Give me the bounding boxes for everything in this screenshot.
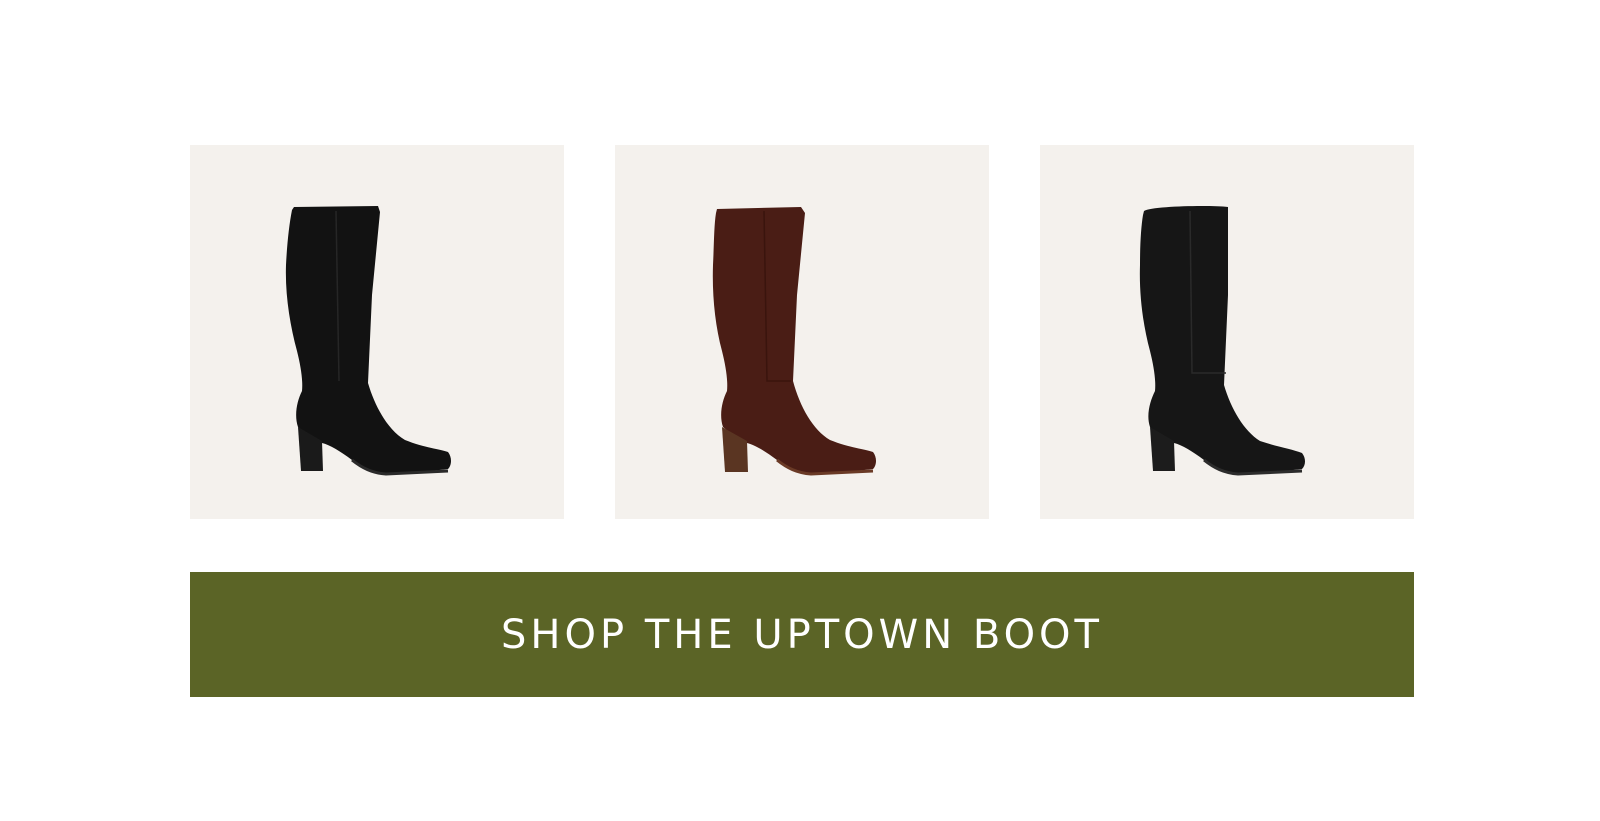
- boot-body: [712, 207, 876, 473]
- shop-uptown-boot-button[interactable]: SHOP THE UPTOWN BOOT: [190, 572, 1414, 697]
- product-tile-black-suede[interactable]: [190, 145, 564, 519]
- cta-label: SHOP THE UPTOWN BOOT: [501, 611, 1103, 658]
- knee-high-boot-icon: [285, 206, 451, 476]
- boot-body: [1139, 206, 1305, 474]
- boot-body: [285, 206, 451, 473]
- promo-banner: SHOP THE UPTOWN BOOT: [0, 0, 1600, 821]
- knee-high-boot-icon: [1139, 206, 1305, 476]
- product-tile-black-leather[interactable]: [1040, 145, 1414, 519]
- product-tile-brown-suede[interactable]: [615, 145, 989, 519]
- knee-high-boot-icon: [712, 207, 876, 476]
- product-row: [190, 145, 1414, 519]
